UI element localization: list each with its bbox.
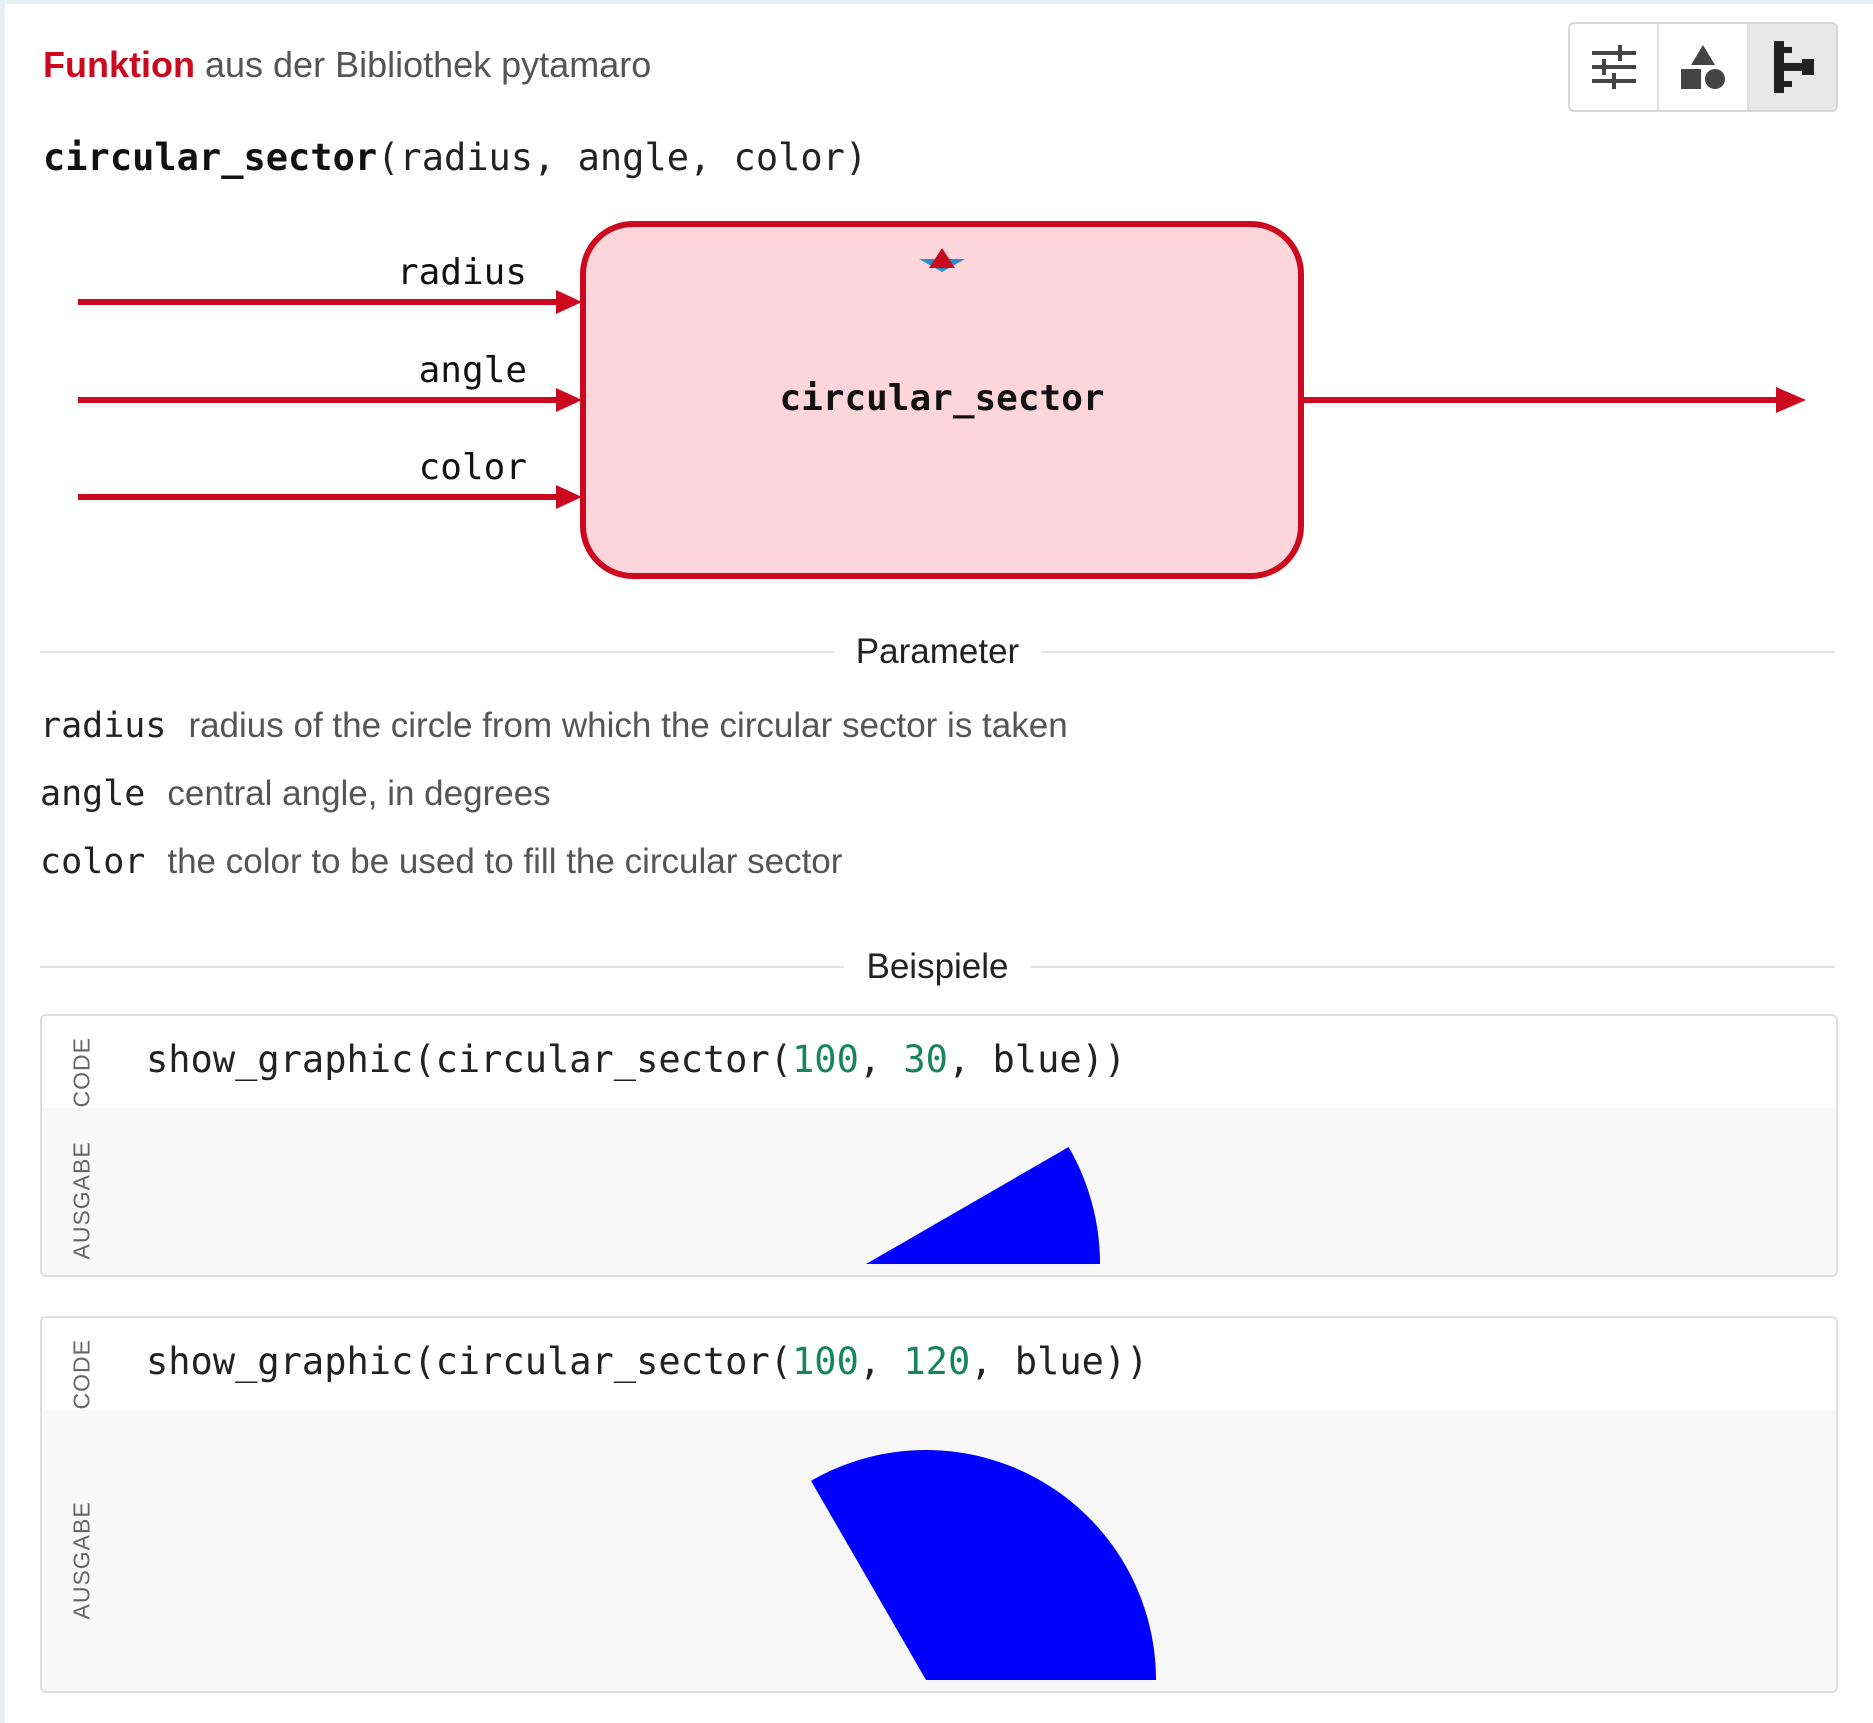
tree-diagram-icon (1774, 41, 1815, 93)
arrowhead-radius (556, 290, 582, 314)
view-toolbar (1568, 22, 1838, 112)
function-diagram: radius angle color circular_sector (78, 221, 1806, 579)
parameters-heading: Parameter (855, 632, 1020, 671)
parameters-section-title: Parameter (40, 630, 1835, 674)
tree-diagram-button[interactable] (1748, 24, 1836, 110)
code-separator: , (858, 1038, 904, 1081)
divider (40, 651, 834, 653)
code-label: CODE (68, 1037, 95, 1108)
signature-open-paren: ( (377, 136, 400, 179)
code-separator: , (947, 1038, 993, 1081)
example-output (866, 1147, 1100, 1264)
param-name: radius (40, 706, 167, 746)
param-row-angle: angle central angle, in degrees (40, 774, 551, 814)
param-row-color: color the color to be used to fill the ci… (40, 842, 842, 882)
examples-section-title: Beispiele (40, 945, 1836, 989)
sliders-button[interactable] (1570, 24, 1660, 110)
param-name: color (40, 842, 146, 882)
library-source: aus der Bibliothek pytamaro (204, 44, 652, 85)
code-arg-radius: 100 (792, 1340, 859, 1383)
param-name: angle (40, 774, 146, 814)
divider (1030, 966, 1836, 968)
signature-name: circular_sector (43, 136, 378, 179)
param-description: the color to be used to fill the circula… (167, 842, 843, 881)
output-arrowhead (1776, 387, 1806, 413)
param-description: radius of the circle from which the circ… (188, 706, 1068, 745)
example-code[interactable]: show_graphic(circular_sector(100, 30, bl… (146, 1038, 1126, 1081)
shapes-icon (1680, 45, 1725, 89)
code-separator: , (970, 1340, 1015, 1383)
example-card: CODE show_graphic(circular_sector(100, 1… (40, 1316, 1838, 1693)
examples-heading: Beispiele (866, 947, 1009, 986)
signature-params: radius, angle, color (399, 136, 845, 179)
param-row-radius: radius radius of the circle from which th… (40, 706, 1068, 746)
example-card: CODE show_graphic(circular_sector(100, 3… (40, 1014, 1838, 1277)
example-output (811, 1450, 1156, 1680)
function-block-name: circular_sector (779, 378, 1104, 419)
input-label-angle: angle (419, 350, 527, 391)
code-suffix: blue)) (992, 1038, 1127, 1081)
input-label-radius: radius (397, 252, 527, 293)
circular-sector-shape (811, 1450, 1156, 1680)
arrowhead-angle (556, 388, 582, 412)
signature-close-paren: ) (844, 136, 868, 179)
code-arg-angle: 120 (903, 1340, 971, 1383)
example-code[interactable]: show_graphic(circular_sector(100, 120, b… (146, 1340, 1148, 1383)
code-arg-radius: 100 (792, 1038, 859, 1081)
divider (40, 966, 845, 968)
page-header: Funktion aus der Bibliothek pytamaro (43, 44, 651, 86)
param-description: central angle, in degrees (167, 774, 551, 813)
input-label-color: color (419, 447, 527, 488)
divider (1041, 651, 1835, 653)
entity-kind: Funktion (43, 44, 195, 85)
sliders-icon (1591, 45, 1636, 89)
code-prefix: show_graphic(circular_sector( (146, 1340, 793, 1383)
code-label: CODE (68, 1339, 95, 1410)
function-signature: circular_sector(radius, angle, color) (43, 136, 867, 179)
arrowhead-color (556, 485, 582, 509)
code-separator: , (858, 1340, 904, 1383)
circular-sector-shape (866, 1147, 1100, 1264)
shapes-button[interactable] (1659, 24, 1749, 110)
code-arg-angle: 30 (903, 1038, 948, 1081)
code-prefix: show_graphic(circular_sector( (146, 1038, 793, 1081)
code-suffix: blue)) (1014, 1340, 1149, 1383)
